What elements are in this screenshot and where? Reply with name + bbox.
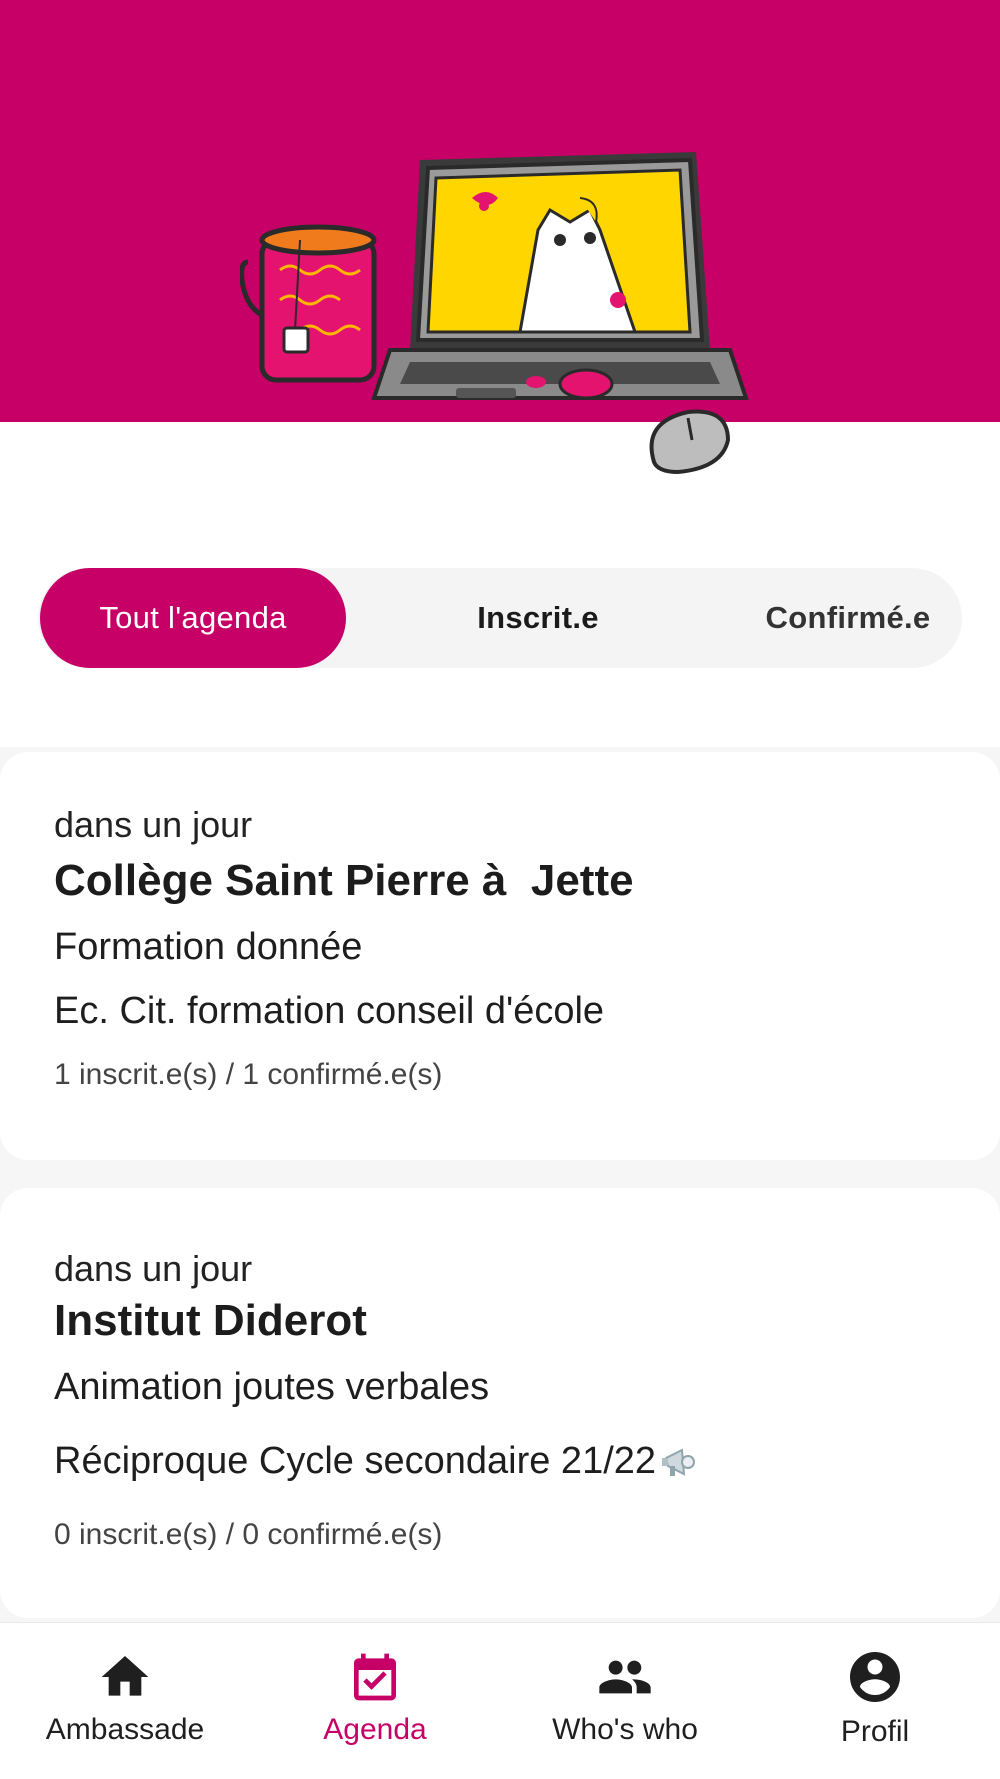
megaphone-icon (662, 1447, 696, 1476)
nav-label: Agenda (323, 1713, 427, 1746)
event-title: Institut Diderot (54, 1296, 367, 1345)
nav-item-profil[interactable]: Profil (750, 1623, 1000, 1779)
hero-illustration (240, 152, 749, 475)
event-card[interactable]: dans un jour Collège Saint Pierre à Jett… (0, 752, 1000, 1160)
tab-all-agenda[interactable]: Tout l'agenda (40, 568, 346, 668)
bottom-navigation: Ambassade Agenda Who's who Profil (0, 1622, 1000, 1779)
home-icon (101, 1656, 149, 1696)
nav-item-whos-who[interactable]: Who's who (500, 1623, 750, 1779)
nav-item-ambassade[interactable]: Ambassade (0, 1623, 250, 1779)
calendar-check-icon (354, 1653, 396, 1701)
tab-confirmed[interactable]: Confirmé.e (693, 568, 1000, 668)
event-program-row: Réciproque Cycle secondaire 21/22 (54, 1440, 700, 1483)
nav-label: Ambassade (45, 1713, 205, 1746)
event-participant-counts: 0 inscrit.e(s) / 0 confirmé.e(s) (54, 1518, 443, 1551)
event-relative-date: dans un jour (54, 1248, 253, 1289)
laptop-illustration (371, 152, 749, 400)
people-icon (599, 1660, 651, 1694)
nav-label: Profil (840, 1715, 910, 1748)
computer-mouse-illustration (649, 409, 731, 475)
tab-registered[interactable]: Inscrit.e (383, 568, 693, 668)
event-relative-date: dans un jour (54, 804, 253, 845)
agenda-filter-tabs: Tout l'agenda Inscrit.e Confirmé.e (38, 568, 962, 668)
event-type: Animation joutes verbales (54, 1366, 490, 1408)
event-program: Réciproque Cycle secondaire 21/22 (54, 1440, 657, 1482)
event-type: Formation donnée (54, 926, 363, 968)
nav-item-agenda[interactable]: Agenda (250, 1623, 500, 1779)
event-card[interactable]: dans un jour Institut Diderot Animation … (0, 1188, 1000, 1618)
event-title: Collège Saint Pierre à Jette (54, 856, 634, 905)
account-circle-icon (850, 1652, 900, 1702)
nav-label: Who's who (552, 1713, 698, 1746)
event-participant-counts: 1 inscrit.e(s) / 1 confirmé.e(s) (54, 1058, 443, 1091)
event-program: Ec. Cit. formation conseil d'école (54, 990, 605, 1032)
tea-mug-illustration (240, 224, 377, 383)
